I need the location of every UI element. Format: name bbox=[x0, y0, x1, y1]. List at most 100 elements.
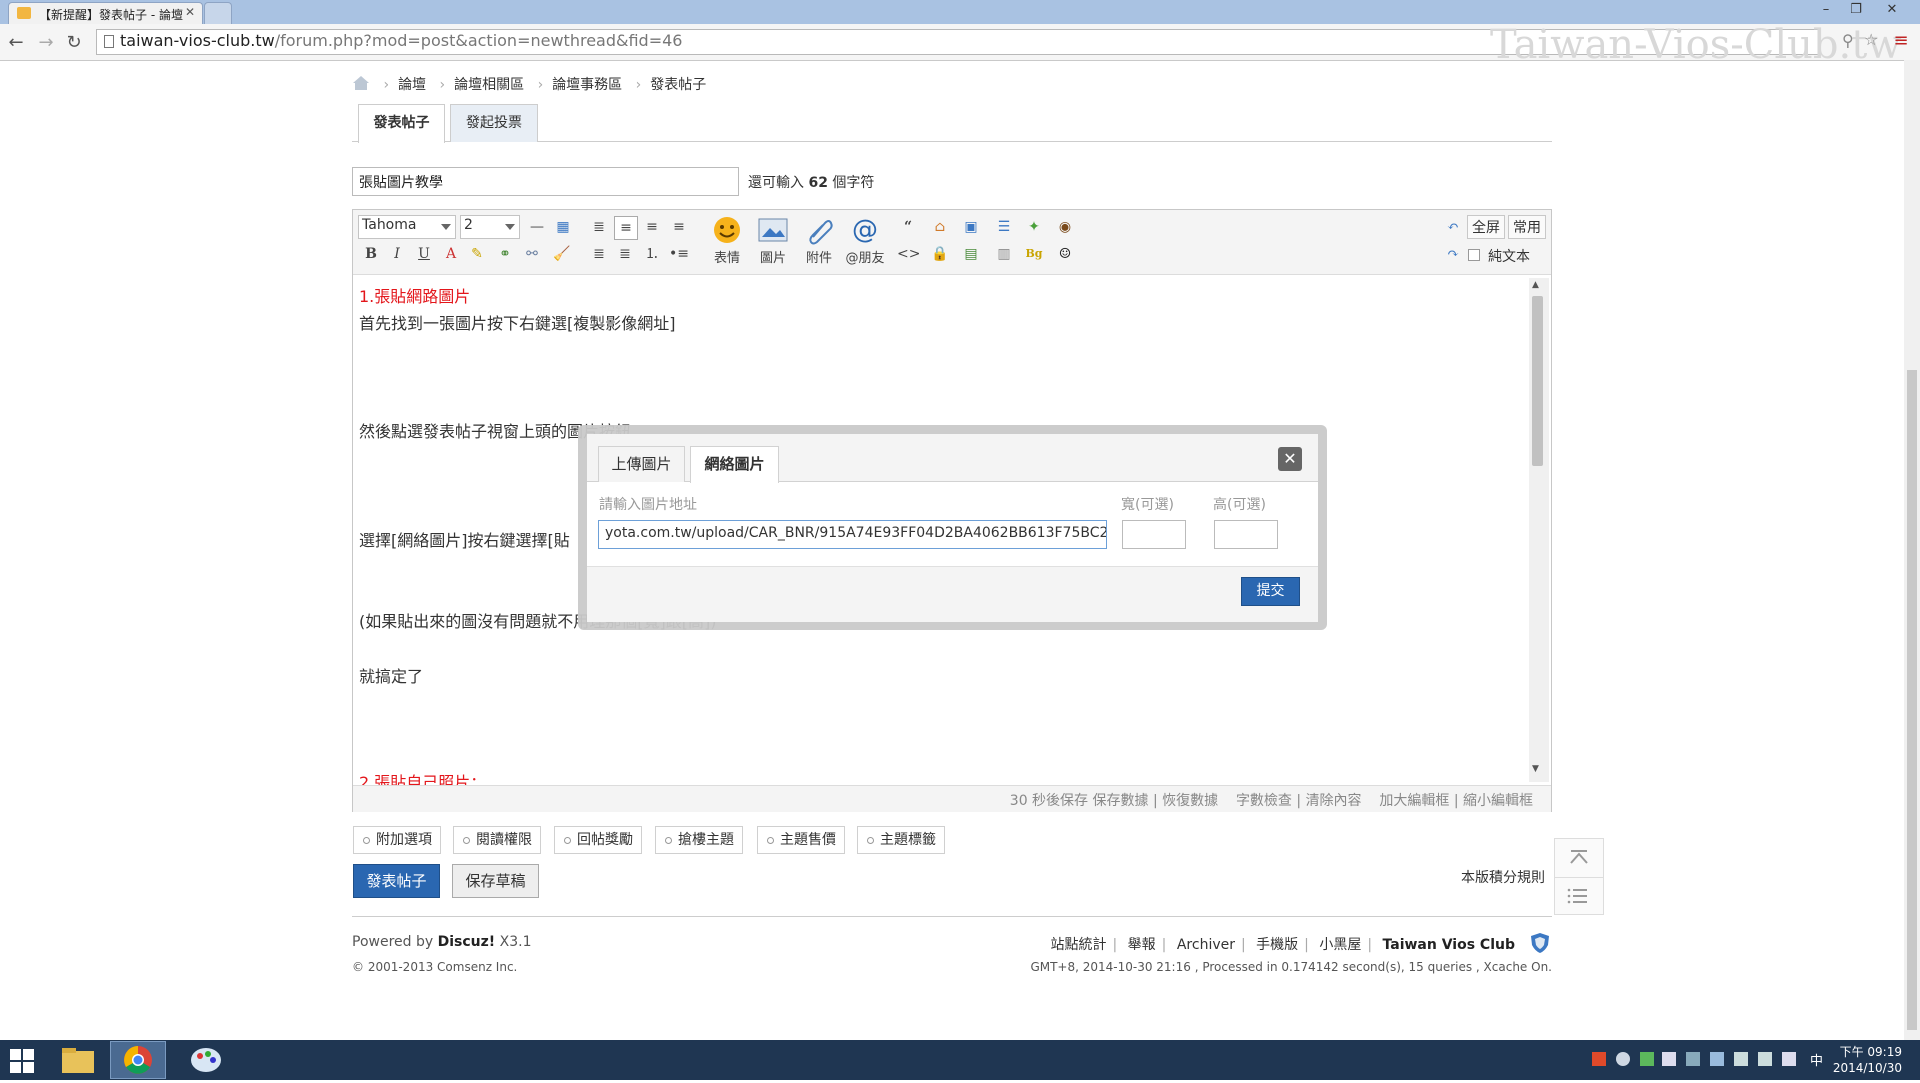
indent-icon[interactable]: ≣ bbox=[614, 243, 636, 265]
star-icon[interactable]: ☆ bbox=[1864, 30, 1878, 49]
clear-content-link[interactable]: 清除內容 bbox=[1306, 793, 1362, 809]
back-to-list-button[interactable] bbox=[1554, 877, 1604, 915]
crumb-forum-related[interactable]: 論壇相關區 bbox=[454, 77, 524, 93]
crumb-forum-affairs[interactable]: 論壇事務區 bbox=[552, 77, 622, 93]
undo-icon[interactable]: ↶ bbox=[1442, 216, 1464, 238]
index-icon[interactable]: ▥ bbox=[993, 243, 1015, 265]
bg-icon[interactable]: Bg bbox=[1023, 243, 1045, 265]
image-url-input[interactable]: yota.com.tw/upload/CAR_BNR/915A74E93FF04… bbox=[598, 520, 1107, 549]
footer-link-report[interactable]: 舉報 bbox=[1128, 937, 1156, 953]
password-icon[interactable]: ✦ bbox=[1023, 216, 1045, 238]
editor-scroll-thumb[interactable] bbox=[1532, 296, 1543, 466]
tab-new-post[interactable]: 發表帖子 bbox=[358, 104, 445, 143]
horizontal-rule-icon[interactable]: — bbox=[526, 216, 548, 238]
minimize-icon[interactable]: – bbox=[1812, 1, 1840, 19]
align-right-icon[interactable]: ≡ bbox=[668, 216, 690, 238]
close-icon[interactable]: ✕ bbox=[1278, 447, 1302, 471]
page-break-icon[interactable]: ☰ bbox=[993, 216, 1015, 238]
option-read-permission[interactable]: 閱讀權限 bbox=[453, 826, 541, 854]
close-window-icon[interactable]: ✕ bbox=[1872, 1, 1912, 19]
tray-device-icon[interactable] bbox=[1710, 1052, 1724, 1066]
font-family-select[interactable]: Tahoma bbox=[358, 215, 456, 239]
home-icon[interactable] bbox=[352, 75, 370, 91]
discuz-link[interactable]: Discuz! bbox=[438, 934, 496, 950]
security-shield-icon[interactable] bbox=[1530, 932, 1550, 954]
tray-network-icon[interactable] bbox=[1734, 1052, 1748, 1066]
fullscreen-button[interactable]: 全屏 bbox=[1467, 215, 1505, 239]
tray-cloud-icon[interactable] bbox=[1616, 1052, 1630, 1066]
tab-new-poll[interactable]: 發起投票 bbox=[450, 104, 538, 142]
tray-ime-indicator[interactable]: 中 bbox=[1810, 1050, 1823, 1069]
footer-link-stats[interactable]: 站點統計 bbox=[1051, 937, 1107, 953]
reload-icon[interactable]: ↻ bbox=[62, 31, 86, 55]
table-icon[interactable]: ▦ bbox=[552, 216, 574, 238]
image-width-input[interactable] bbox=[1122, 520, 1186, 549]
submit-button[interactable]: 提交 bbox=[1241, 577, 1300, 606]
subject-input[interactable]: 張貼圖片教學 bbox=[352, 167, 739, 196]
hide-icon[interactable]: 🔒 bbox=[929, 243, 951, 265]
shrink-editor-link[interactable]: 縮小編輯框 bbox=[1463, 793, 1533, 809]
align-left-icon[interactable]: ≡ bbox=[614, 216, 638, 240]
image-height-input[interactable] bbox=[1214, 520, 1278, 549]
footer-link-blacklist[interactable]: 小黑屋 bbox=[1319, 937, 1361, 953]
audio-icon[interactable]: ▤ bbox=[960, 243, 982, 265]
mention-button[interactable]: @ @朋友 bbox=[843, 215, 887, 266]
save-draft-button[interactable]: 保存草稿 bbox=[452, 864, 539, 898]
video-icon[interactable]: ◉ bbox=[1054, 216, 1076, 238]
tray-keyboard-icon[interactable] bbox=[1686, 1052, 1700, 1066]
bold-icon[interactable]: B bbox=[360, 243, 382, 265]
tray-volume-icon[interactable] bbox=[1782, 1052, 1796, 1066]
tray-signal-icon[interactable] bbox=[1758, 1052, 1772, 1066]
back-to-top-button[interactable] bbox=[1554, 838, 1604, 878]
browser-tab-active[interactable]: 【新提醒】發表帖子 - 論壇 ✕ bbox=[8, 2, 203, 24]
enlarge-editor-link[interactable]: 加大編輯框 bbox=[1379, 793, 1449, 809]
new-tab-button[interactable] bbox=[204, 2, 232, 24]
plaintext-checkbox[interactable] bbox=[1468, 249, 1480, 261]
italic-icon[interactable]: I bbox=[386, 243, 408, 265]
option-tags[interactable]: 主題標籤 bbox=[857, 826, 945, 854]
option-rush-floor[interactable]: 搶樓主題 bbox=[655, 826, 743, 854]
align-center-icon[interactable]: ≡ bbox=[641, 216, 663, 238]
footer-link-mobile[interactable]: 手機版 bbox=[1256, 937, 1298, 953]
page-scroll-thumb[interactable] bbox=[1907, 370, 1917, 1030]
search-icon[interactable]: ⚲ bbox=[1842, 31, 1854, 50]
crumb-forum[interactable]: 論壇 bbox=[398, 77, 426, 93]
tab-close-icon[interactable]: ✕ bbox=[185, 5, 195, 19]
address-text[interactable]: taiwan-vios-club.tw/forum.php?mod=post&a… bbox=[120, 31, 682, 50]
tab-upload-image[interactable]: 上傳圖片 bbox=[598, 446, 685, 482]
option-reply-reward[interactable]: 回帖獎勵 bbox=[554, 826, 642, 854]
underline-icon[interactable]: U bbox=[413, 243, 435, 265]
common-button[interactable]: 常用 bbox=[1508, 215, 1546, 239]
float-left-icon[interactable]: ≣ bbox=[588, 216, 610, 238]
flash-icon[interactable]: ▣ bbox=[960, 216, 982, 238]
footer-site-name[interactable]: Taiwan Vios Club bbox=[1383, 937, 1516, 953]
tray-app-icon[interactable] bbox=[1592, 1052, 1606, 1066]
footer-link-archiver[interactable]: Archiver bbox=[1177, 937, 1235, 953]
font-size-select[interactable]: 2 bbox=[460, 215, 520, 239]
forward-icon[interactable]: → bbox=[34, 31, 58, 55]
scroll-down-icon[interactable]: ▼ bbox=[1532, 764, 1539, 774]
emoji-button[interactable]: 表情 bbox=[705, 215, 749, 266]
free-icon[interactable]: ⌂ bbox=[929, 216, 951, 238]
font-color-icon[interactable]: A bbox=[440, 243, 462, 265]
clear-format-icon[interactable]: 🧹 bbox=[551, 243, 573, 265]
restore-data-link[interactable]: 恢復數據 bbox=[1162, 793, 1218, 809]
tab-web-image[interactable]: 網絡圖片 bbox=[690, 446, 779, 483]
code-icon[interactable]: <> bbox=[897, 243, 920, 265]
float-right-icon[interactable]: ≣ bbox=[588, 243, 610, 265]
qq-icon[interactable]: ☺ bbox=[1054, 243, 1076, 265]
menu-icon[interactable]: ≡ bbox=[1893, 30, 1909, 52]
image-button[interactable]: 圖片 bbox=[751, 215, 795, 266]
word-count-link[interactable]: 字數檢查 bbox=[1236, 793, 1292, 809]
credit-rules-link[interactable]: 本版積分規則 bbox=[1461, 867, 1545, 887]
tray-flag-icon[interactable] bbox=[1662, 1052, 1676, 1066]
unlink-icon[interactable]: ⚯ bbox=[521, 243, 543, 265]
back-icon[interactable]: ← bbox=[4, 31, 28, 55]
option-extra[interactable]: 附加選項 bbox=[353, 826, 441, 854]
option-price[interactable]: 主題售價 bbox=[757, 826, 845, 854]
taskbar-chrome[interactable] bbox=[110, 1041, 166, 1079]
redo-icon[interactable]: ↷ bbox=[1442, 243, 1464, 265]
unordered-list-icon[interactable]: •≡ bbox=[668, 243, 690, 265]
restore-icon[interactable]: ❐ bbox=[1842, 1, 1870, 19]
save-data-link[interactable]: 保存數據 bbox=[1093, 793, 1149, 809]
